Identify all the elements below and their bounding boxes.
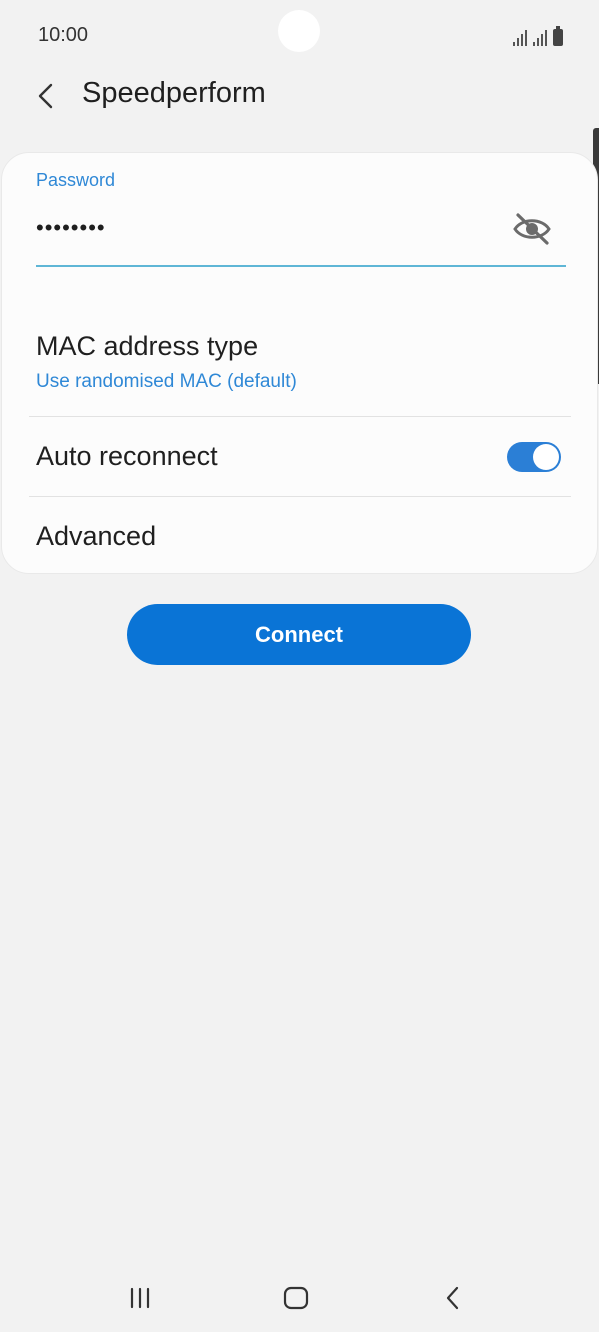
signal-icon [513, 28, 527, 46]
camera-cutout [278, 10, 320, 52]
auto-reconnect-label: Auto reconnect [36, 441, 218, 471]
password-field[interactable]: •••••••• [36, 203, 566, 267]
auto-reconnect-item[interactable]: Auto reconnect [2, 417, 599, 496]
recents-icon [130, 1287, 150, 1309]
settings-card: Password •••••••• MAC address type Use r… [1, 152, 598, 574]
nav-back-button[interactable] [428, 1280, 478, 1316]
home-icon [283, 1286, 309, 1310]
page-title: Speedperform [82, 77, 266, 109]
password-value: •••••••• [36, 215, 106, 240]
eye-off-icon [513, 213, 551, 245]
mac-address-type-item[interactable]: MAC address type Use randomised MAC (def… [2, 303, 599, 417]
signal-icon-2 [533, 28, 547, 46]
app-bar: Speedperform [0, 72, 599, 120]
toggle-password-visibility-button[interactable] [510, 209, 554, 249]
password-label: Password [36, 170, 116, 190]
back-arrow-icon [38, 83, 53, 109]
status-bar: 10:00 [0, 0, 599, 72]
mac-address-type-label: MAC address type [36, 331, 259, 361]
home-button[interactable] [271, 1280, 321, 1316]
recents-button[interactable] [115, 1280, 165, 1316]
status-icons [513, 24, 563, 46]
battery-icon [553, 26, 563, 46]
auto-reconnect-toggle[interactable] [507, 442, 561, 472]
status-time: 10:00 [38, 24, 89, 46]
connect-button[interactable]: Connect [127, 604, 471, 665]
back-icon [446, 1286, 459, 1310]
advanced-label: Advanced [36, 521, 157, 551]
navigation-bar [0, 1268, 599, 1332]
toggle-knob [533, 444, 559, 470]
advanced-item[interactable]: Advanced [2, 497, 599, 573]
mac-address-type-value: Use randomised MAC (default) [36, 371, 297, 392]
back-button[interactable] [28, 76, 64, 116]
